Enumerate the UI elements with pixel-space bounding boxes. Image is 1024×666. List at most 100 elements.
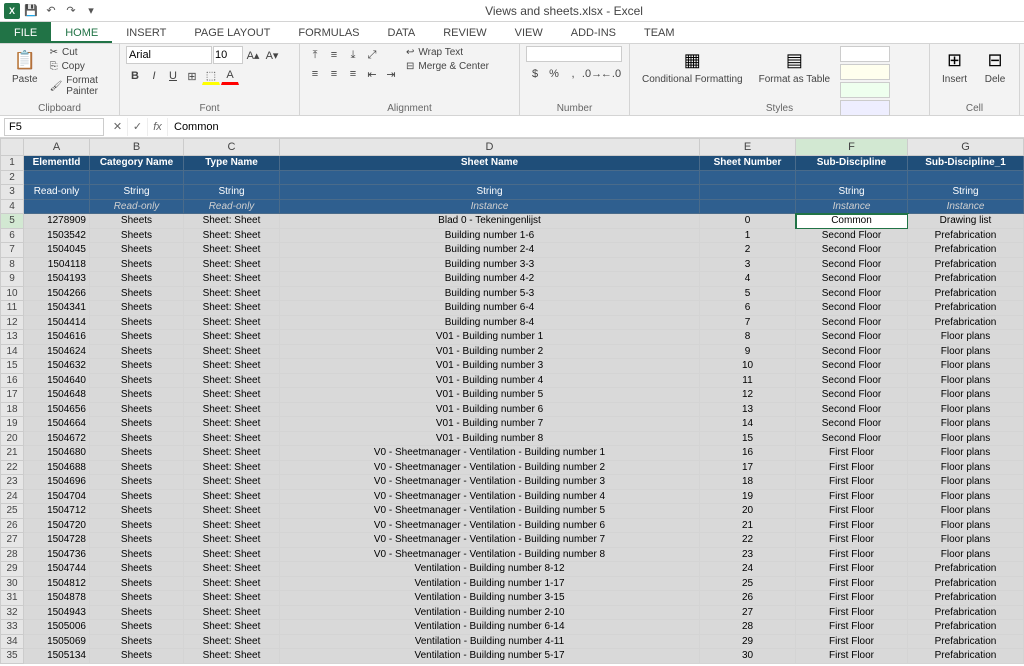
cell[interactable]: V01 - Building number 3 (280, 359, 700, 374)
cell[interactable]: 1505134 (24, 649, 90, 664)
cell[interactable]: First Floor (796, 490, 908, 505)
cell[interactable]: Ventilation - Building number 5-17 (280, 649, 700, 664)
wrap-text-button[interactable]: ↩Wrap Text (404, 46, 491, 59)
cell[interactable]: V01 - Building number 5 (280, 388, 700, 403)
cell[interactable]: Sheets (90, 461, 184, 476)
cell[interactable]: Prefabrication (908, 243, 1024, 258)
cell[interactable]: Floor plans (908, 461, 1024, 476)
redo-icon[interactable]: ↷ (62, 2, 80, 20)
row-header[interactable]: 19 (0, 417, 24, 432)
cell[interactable]: V0 - Sheetmanager - Ventilation - Buildi… (280, 504, 700, 519)
fx-icon[interactable]: fx (148, 118, 168, 136)
cell[interactable]: 1505069 (24, 635, 90, 650)
cell[interactable]: V0 - Sheetmanager - Ventilation - Buildi… (280, 490, 700, 505)
cell[interactable]: Ventilation - Building number 6-14 (280, 620, 700, 635)
cell[interactable]: Sheet: Sheet (184, 446, 280, 461)
cell[interactable]: Sheet: Sheet (184, 374, 280, 389)
cell[interactable]: 1504341 (24, 301, 90, 316)
row-header[interactable]: 5 (0, 214, 24, 229)
row-header[interactable]: 11 (0, 301, 24, 316)
cell[interactable]: Sheet Number (700, 156, 796, 171)
cell[interactable]: V01 - Building number 6 (280, 403, 700, 418)
cell[interactable]: Sheets (90, 229, 184, 244)
row-header[interactable]: 15 (0, 359, 24, 374)
cell[interactable]: Second Floor (796, 258, 908, 273)
cell[interactable]: Ventilation - Building number 3-15 (280, 591, 700, 606)
cell[interactable]: Second Floor (796, 301, 908, 316)
cell[interactable]: Sheets (90, 258, 184, 273)
cell[interactable]: Building number 6-4 (280, 301, 700, 316)
format-as-table-button[interactable]: ▤ Format as Table (753, 46, 837, 87)
cell[interactable] (280, 171, 700, 186)
cell[interactable]: Sheet: Sheet (184, 214, 280, 229)
qat-dropdown-icon[interactable]: ▾ (82, 2, 100, 20)
cell[interactable]: Floor plans (908, 533, 1024, 548)
row-header[interactable]: 10 (0, 287, 24, 302)
cell[interactable]: Sheets (90, 504, 184, 519)
align-top-icon[interactable]: ⤒ (306, 46, 324, 64)
cell[interactable]: 1504624 (24, 345, 90, 360)
align-left-icon[interactable]: ≡ (306, 65, 324, 83)
cell[interactable]: Sheets (90, 446, 184, 461)
cell[interactable]: 1504688 (24, 461, 90, 476)
cell[interactable]: 1 (700, 229, 796, 244)
tab-insert[interactable]: INSERT (112, 22, 180, 43)
cell[interactable]: Read-only (184, 200, 280, 215)
cell[interactable]: Instance (908, 200, 1024, 215)
cell[interactable]: Instance (796, 200, 908, 215)
cell[interactable]: Second Floor (796, 287, 908, 302)
cell[interactable]: Sheets (90, 635, 184, 650)
cell[interactable]: Building number 3-3 (280, 258, 700, 273)
cell[interactable]: Floor plans (908, 345, 1024, 360)
fill-color-button[interactable]: ⬚ (202, 67, 220, 85)
row-header[interactable]: 9 (0, 272, 24, 287)
cell[interactable]: First Floor (796, 533, 908, 548)
cell[interactable]: Sheets (90, 403, 184, 418)
cell[interactable]: Second Floor (796, 403, 908, 418)
cell[interactable]: Second Floor (796, 330, 908, 345)
cell[interactable]: Sheets (90, 345, 184, 360)
cell[interactable]: 19 (700, 490, 796, 505)
cell[interactable]: V01 - Building number 2 (280, 345, 700, 360)
row-header[interactable]: 32 (0, 606, 24, 621)
cell[interactable]: 4 (700, 272, 796, 287)
cell[interactable]: First Floor (796, 649, 908, 664)
cell[interactable]: Blad 0 - Tekeningenlijst (280, 214, 700, 229)
cell[interactable]: First Floor (796, 504, 908, 519)
row-header[interactable]: 16 (0, 374, 24, 389)
cell[interactable]: 26 (700, 591, 796, 606)
cell[interactable]: V01 - Building number 8 (280, 432, 700, 447)
currency-icon[interactable]: $ (526, 65, 544, 83)
cell[interactable]: Category Name (90, 156, 184, 171)
cell[interactable]: Sheet: Sheet (184, 519, 280, 534)
cell[interactable]: 17 (700, 461, 796, 476)
cell[interactable]: Sheet: Sheet (184, 229, 280, 244)
cell[interactable]: Second Floor (796, 432, 908, 447)
cell[interactable]: Sheets (90, 359, 184, 374)
cell[interactable]: Prefabrication (908, 562, 1024, 577)
insert-cells-button[interactable]: ⊞ Insert (936, 46, 973, 87)
cell[interactable]: First Floor (796, 519, 908, 534)
cell[interactable]: Sheet: Sheet (184, 635, 280, 650)
col-header-A[interactable]: A (24, 138, 90, 156)
cell[interactable] (24, 171, 90, 186)
row-header[interactable]: 23 (0, 475, 24, 490)
name-box[interactable] (4, 118, 104, 136)
style-swatch[interactable] (840, 64, 890, 80)
col-header-B[interactable]: B (90, 138, 184, 156)
align-right-icon[interactable]: ≡ (344, 65, 362, 83)
cell[interactable]: 1504878 (24, 591, 90, 606)
cell[interactable]: Sheets (90, 620, 184, 635)
conditional-formatting-button[interactable]: ▦ Conditional Formatting (636, 46, 749, 87)
style-swatch[interactable] (840, 46, 890, 62)
cell[interactable]: First Floor (796, 591, 908, 606)
cell[interactable]: Prefabrication (908, 287, 1024, 302)
cell[interactable] (184, 171, 280, 186)
row-header[interactable]: 35 (0, 649, 24, 664)
align-bottom-icon[interactable]: ⤓ (344, 46, 362, 64)
cell[interactable]: Sheets (90, 301, 184, 316)
cell[interactable]: Sheet: Sheet (184, 533, 280, 548)
cell[interactable]: 13 (700, 403, 796, 418)
cell[interactable]: 0 (700, 214, 796, 229)
cell[interactable]: String (796, 185, 908, 200)
